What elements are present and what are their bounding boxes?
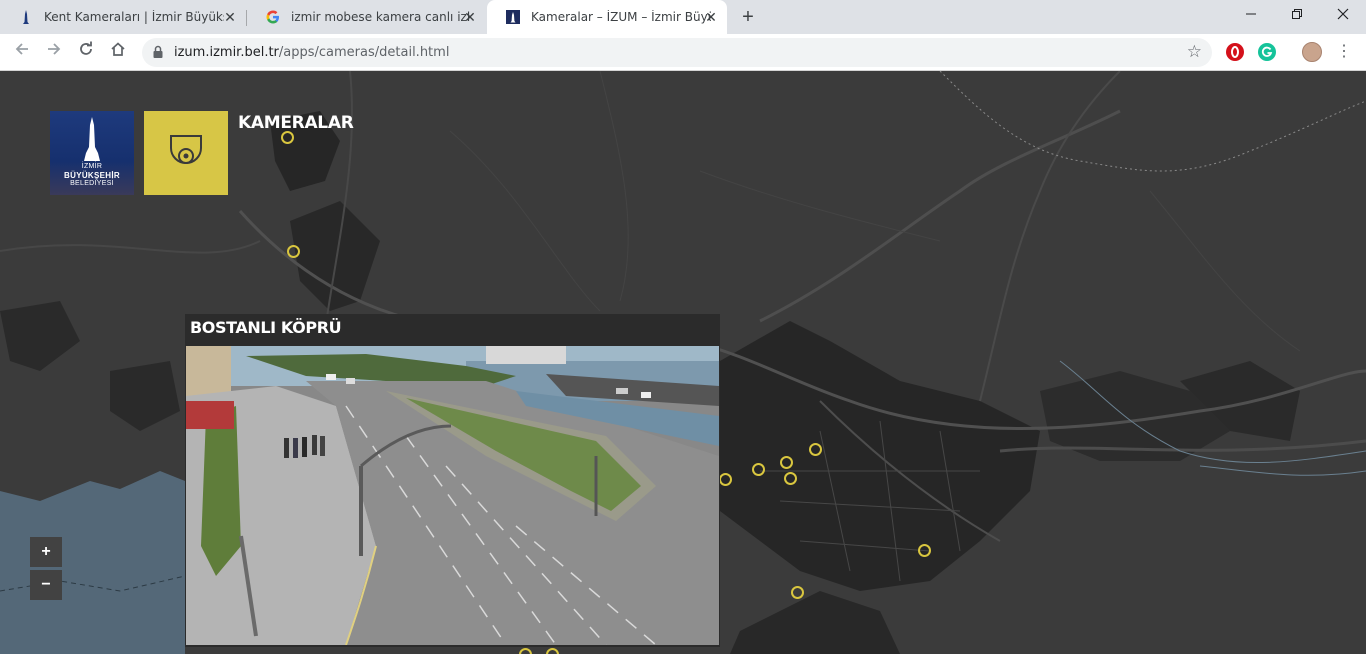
zoom-in-button[interactable]: + (30, 537, 62, 567)
google-icon (265, 9, 281, 25)
traffic-scene-image (186, 346, 719, 645)
restore-icon[interactable] (1274, 0, 1320, 30)
security-camera-icon (170, 135, 202, 164)
camera-marker[interactable] (546, 648, 559, 654)
lock-icon (152, 45, 164, 64)
forward-arrow-icon[interactable] (42, 40, 66, 64)
reload-icon[interactable] (74, 40, 98, 64)
browser-tab-strip: Kent Kameraları | İzmir Büyükşehir ✕ izm… (0, 0, 1366, 34)
opera-extension-icon[interactable] (1226, 43, 1244, 61)
camera-marker[interactable] (918, 544, 931, 557)
izmir-municipality-logo: İZMİR BÜYÜKŞEHİR BELEDİYESİ (50, 111, 134, 195)
tab-google-search[interactable]: izmir mobese kamera canlı izle - Go ✕ (247, 0, 486, 34)
logo-line: BÜYÜKŞEHİR (64, 171, 120, 180)
camera-marker[interactable] (780, 456, 793, 469)
logo-line: BELEDİYESİ (70, 180, 114, 187)
bookmark-star-icon[interactable]: ☆ (1187, 43, 1202, 61)
tab-title: Kameralar – İZUM – İzmir Büyükşehir (531, 10, 711, 24)
camera-marker[interactable] (784, 472, 797, 485)
camera-marker[interactable] (281, 131, 294, 144)
menu-kebab-icon[interactable]: ⋮ (1336, 41, 1352, 63)
izmir-tower-icon (18, 9, 34, 25)
url-text: izum.izmir.bel.tr/apps/cameras/detail.ht… (174, 45, 449, 60)
close-icon[interactable]: ✕ (703, 9, 719, 25)
clock-tower-icon (84, 117, 100, 161)
camera-popup: BOSTANLI KÖPRÜ (185, 314, 720, 647)
back-arrow-icon[interactable] (10, 40, 34, 64)
camera-live-feed[interactable] (186, 346, 719, 645)
camera-marker[interactable] (752, 463, 765, 476)
tab-kameralar-izum[interactable]: Kameralar – İZUM – İzmir Büyükşehir ✕ (487, 0, 727, 34)
new-tab-button[interactable]: + (736, 6, 760, 28)
camera-marker[interactable] (287, 245, 300, 258)
logo-line: İZMİR (81, 163, 103, 170)
address-bar[interactable]: izum.izmir.bel.tr/apps/cameras/detail.ht… (142, 38, 1212, 67)
url-host: izum.izmir.bel.tr (174, 45, 279, 60)
camera-name: BOSTANLI KÖPRÜ (190, 318, 342, 337)
cameras-app-button[interactable] (144, 111, 228, 195)
tab-kent-kameralari[interactable]: Kent Kameraları | İzmir Büyükşehir ✕ (0, 0, 246, 34)
browser-toolbar: izum.izmir.bel.tr/apps/cameras/detail.ht… (0, 34, 1366, 71)
zoom-out-button[interactable]: − (30, 570, 62, 600)
camera-marker[interactable] (719, 473, 732, 486)
izmir-tower-icon (505, 9, 521, 25)
window-close-icon[interactable] (1320, 0, 1366, 30)
close-icon[interactable]: ✕ (222, 9, 238, 25)
minimize-icon[interactable] (1228, 0, 1274, 30)
url-path: /apps/cameras/detail.html (278, 45, 450, 60)
camera-map[interactable]: İZMİR BÜYÜKŞEHİR BELEDİYESİ KAMERALAR + … (0, 71, 1366, 654)
close-icon[interactable]: ✕ (462, 9, 478, 25)
home-icon[interactable] (106, 40, 130, 64)
tab-title: Kent Kameraları | İzmir Büyükşehir (44, 10, 224, 24)
camera-marker[interactable] (791, 586, 804, 599)
grammarly-extension-icon[interactable] (1258, 43, 1276, 61)
profile-avatar[interactable] (1302, 42, 1322, 62)
camera-marker[interactable] (519, 648, 532, 654)
page-title: KAMERALAR (238, 113, 354, 133)
tab-title: izmir mobese kamera canlı izle - Go (291, 10, 471, 24)
camera-marker[interactable] (809, 443, 822, 456)
